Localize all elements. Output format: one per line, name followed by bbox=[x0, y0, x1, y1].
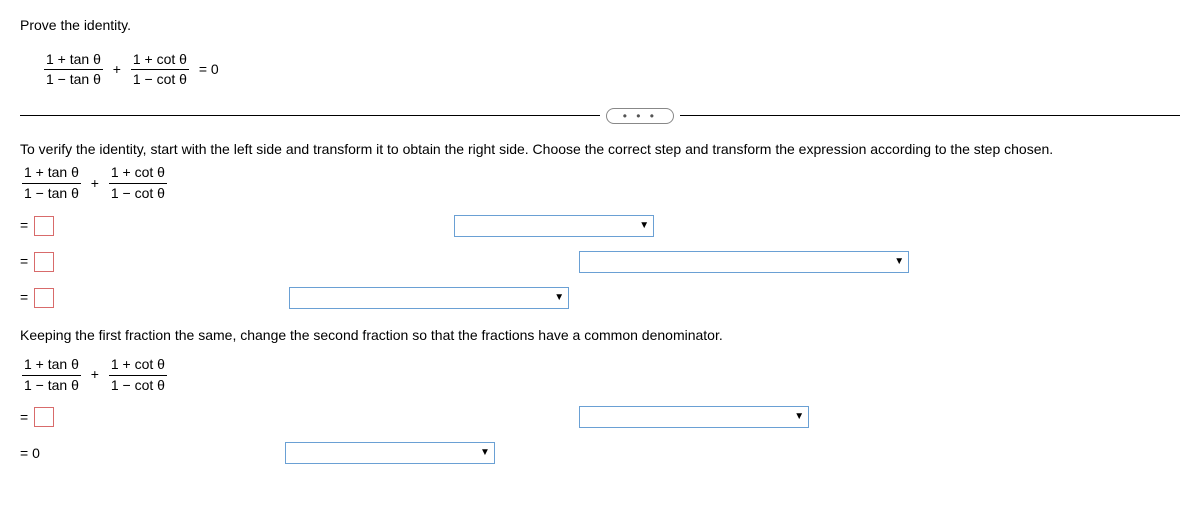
chevron-down-icon: ▼ bbox=[554, 291, 564, 305]
starting-expression: 1 + tan θ 1 − tan θ + 1 + cot θ 1 − cot … bbox=[20, 163, 1180, 203]
identity-fraction-1: 1 + tan θ 1 − tan θ bbox=[44, 50, 103, 90]
identity-plus: + bbox=[113, 60, 121, 80]
chevron-down-icon: ▼ bbox=[794, 410, 804, 424]
equals-sign: = bbox=[20, 216, 28, 236]
step-dropdown-3[interactable]: ▼ bbox=[289, 287, 569, 309]
answer-input-3[interactable] bbox=[34, 288, 54, 308]
equals-sign: = bbox=[20, 408, 28, 428]
instruction-text: To verify the identity, start with the l… bbox=[20, 140, 1180, 160]
equals-sign: = bbox=[20, 288, 28, 308]
repeat-fraction-2: 1 + cot θ 1 − cot θ bbox=[109, 355, 167, 395]
expression-repeat: 1 + tan θ 1 − tan θ + 1 + cot θ 1 − cot … bbox=[20, 355, 1180, 395]
chevron-down-icon: ▼ bbox=[894, 255, 904, 269]
step-row-1: = ▼ bbox=[20, 212, 1180, 240]
step-dropdown-2[interactable]: ▼ bbox=[579, 251, 909, 273]
start-fraction-2: 1 + cot θ 1 − cot θ bbox=[109, 163, 167, 203]
start-fraction-1: 1 + tan θ 1 − tan θ bbox=[22, 163, 81, 203]
chevron-down-icon: ▼ bbox=[480, 446, 490, 460]
step-row-2: = ▼ bbox=[20, 248, 1180, 276]
step-row-3: = ▼ bbox=[20, 284, 1180, 312]
answer-input-2[interactable] bbox=[34, 252, 54, 272]
ellipsis-pill[interactable]: • • • bbox=[606, 108, 674, 124]
identity-equals-zero: = 0 bbox=[199, 60, 219, 80]
step-row-4: = ▼ bbox=[20, 403, 1180, 431]
hint-text: Keeping the first fraction the same, cha… bbox=[20, 326, 1180, 346]
repeat-fraction-1: 1 + tan θ 1 − tan θ bbox=[22, 355, 81, 395]
equals-sign: = bbox=[20, 252, 28, 272]
chevron-down-icon: ▼ bbox=[639, 219, 649, 233]
prompt-text: Prove the identity. bbox=[20, 16, 1180, 36]
final-row: = 0 ▼ bbox=[20, 439, 1180, 467]
final-dropdown[interactable]: ▼ bbox=[285, 442, 495, 464]
step-dropdown-1[interactable]: ▼ bbox=[454, 215, 654, 237]
answer-input-1[interactable] bbox=[34, 216, 54, 236]
answer-input-4[interactable] bbox=[34, 407, 54, 427]
section-divider: • • • bbox=[20, 108, 1180, 124]
identity-equation: 1 + tan θ 1 − tan θ + 1 + cot θ 1 − cot … bbox=[42, 50, 1180, 90]
final-result: = 0 bbox=[20, 444, 40, 464]
step-dropdown-4[interactable]: ▼ bbox=[579, 406, 809, 428]
identity-fraction-2: 1 + cot θ 1 − cot θ bbox=[131, 50, 189, 90]
